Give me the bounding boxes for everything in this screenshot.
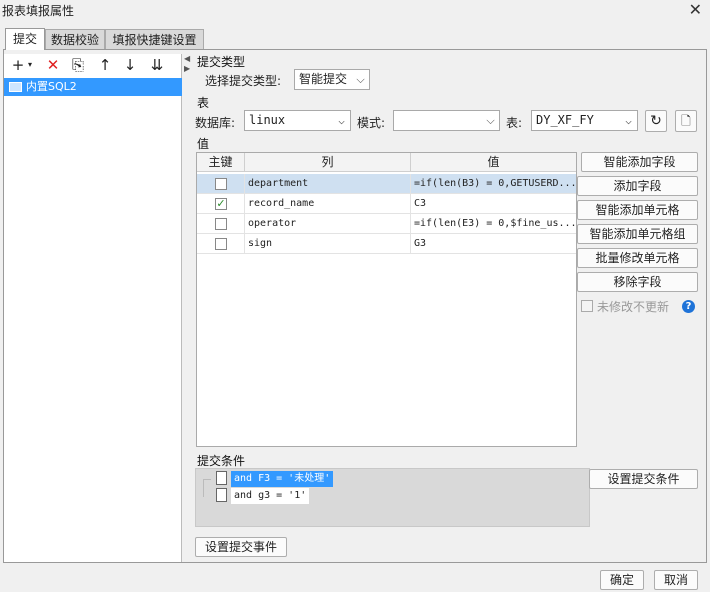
value-cell[interactable]: C3 <box>411 194 576 214</box>
smart-add-cell-button[interactable]: 智能添加单元格 <box>577 200 698 220</box>
add-dropdown-caret-icon[interactable]: ▾ <box>25 56 35 74</box>
column-cell[interactable]: sign <box>245 234 411 254</box>
chevron-down-icon: ⌵ <box>356 73 365 86</box>
primary-key-checkbox[interactable] <box>215 178 227 190</box>
refresh-button[interactable]: ↻ <box>645 110 667 132</box>
condition-tree: and F3 = '未处理' and g3 = '1' <box>195 468 590 527</box>
preview-button[interactable]: 🗋 <box>675 110 697 132</box>
collapse-left-icon[interactable]: ◀ <box>184 54 190 63</box>
database-label: 数据库: <box>195 116 236 130</box>
column-cell[interactable]: record_name <box>245 194 411 214</box>
column-cell[interactable]: operator <box>245 214 411 234</box>
no-update-checkbox[interactable] <box>581 300 593 312</box>
move-bottom-icon[interactable]: ⇊ <box>147 56 167 74</box>
tab-submit[interactable]: 提交 <box>5 28 45 50</box>
expand-right-icon[interactable]: ▶ <box>184 64 190 73</box>
primary-key-checkbox[interactable] <box>215 218 227 230</box>
remove-field-button[interactable]: 移除字段 <box>577 272 698 292</box>
primary-key-checkbox[interactable]: ✓ <box>215 198 227 210</box>
header-column[interactable]: 列 <box>245 153 411 172</box>
schema-label: 模式: <box>357 116 386 130</box>
window-title: 报表填报属性 <box>2 4 75 18</box>
help-icon[interactable]: ? <box>682 300 695 313</box>
no-update-label: 未修改不更新 <box>597 300 670 314</box>
tab-shortcut-settings[interactable]: 填报快捷键设置 <box>105 29 204 50</box>
set-submit-event-button[interactable]: 设置提交事件 <box>195 537 287 557</box>
value-cell[interactable]: =if(len(B3) = 0,GETUSERD... <box>411 174 576 194</box>
sql-table-icon <box>9 82 22 92</box>
tab-data-validation[interactable]: 数据校验 <box>45 29 105 50</box>
panel-splitter[interactable]: ◀ ▶ <box>183 54 191 562</box>
table-select[interactable]: DY_XF_FY ⌵ <box>531 110 638 131</box>
primary-key-checkbox[interactable] <box>215 238 227 250</box>
smart-add-cell-group-button[interactable]: 智能添加单元格组 <box>577 224 698 244</box>
add-icon[interactable]: + <box>10 56 26 74</box>
table-label: 表: <box>506 116 523 130</box>
smart-add-field-button[interactable]: 智能添加字段 <box>581 152 698 172</box>
table-section-title: 表 <box>197 96 210 110</box>
title-bar: 报表填报属性 ✕ <box>0 0 710 22</box>
value-cell[interactable]: G3 <box>411 234 576 254</box>
document-icon <box>216 488 227 502</box>
add-field-button[interactable]: 添加字段 <box>577 176 698 196</box>
cancel-button[interactable]: 取消 <box>654 570 698 590</box>
condition-item[interactable]: and g3 = '1' <box>231 488 310 504</box>
submit-type-label: 选择提交类型: <box>205 74 282 88</box>
sql-list-panel <box>4 54 182 562</box>
table-row[interactable]: operator =if(len(E3) = 0,$fine_us... <box>197 214 576 234</box>
header-value[interactable]: 值 <box>411 153 576 172</box>
tree-item-label: 内置SQL2 <box>26 80 77 93</box>
database-select[interactable]: linux ⌵ <box>244 110 351 131</box>
schema-select[interactable]: ⌵ <box>393 110 500 131</box>
close-icon[interactable]: ✕ <box>689 0 702 19</box>
delete-icon[interactable]: ✕ <box>43 56 63 74</box>
value-cell[interactable]: =if(len(E3) = 0,$fine_us... <box>411 214 576 234</box>
move-up-icon[interactable]: ↑ <box>95 56 115 74</box>
submit-type-select[interactable]: 智能提交 ⌵ <box>294 69 370 90</box>
ok-button[interactable]: 确定 <box>600 570 644 590</box>
chevron-down-icon: ⌵ <box>486 114 495 127</box>
tree-item-sql[interactable]: 内置SQL2 <box>4 78 182 96</box>
chevron-down-icon: ⌵ <box>338 114 345 127</box>
header-primary-key[interactable]: 主键 <box>197 153 245 172</box>
batch-modify-cell-button[interactable]: 批量修改单元格 <box>577 248 698 268</box>
column-cell[interactable]: department <box>245 174 411 194</box>
table-row[interactable]: department =if(len(B3) = 0,GETUSERD... <box>197 174 576 194</box>
field-table: 主键 列 值 department =if(len(B3) = 0,GETUSE… <box>196 152 577 447</box>
set-condition-button[interactable]: 设置提交条件 <box>589 469 698 489</box>
move-down-icon[interactable]: ↓ <box>120 56 140 74</box>
value-section-title: 值 <box>197 137 210 151</box>
submit-type-section-title: 提交类型 <box>197 55 246 69</box>
chevron-down-icon: ⌵ <box>625 114 632 127</box>
document-icon <box>216 471 227 485</box>
preview-icon: 🗋 <box>681 114 691 128</box>
copy-icon[interactable]: ⎘ <box>68 56 88 74</box>
refresh-icon: ↻ <box>650 113 662 129</box>
condition-section-title: 提交条件 <box>197 454 246 468</box>
table-row[interactable]: sign G3 <box>197 234 576 254</box>
table-row[interactable]: ✓ record_name C3 <box>197 194 576 214</box>
condition-item[interactable]: and F3 = '未处理' <box>231 471 334 487</box>
tree-line <box>203 479 211 497</box>
